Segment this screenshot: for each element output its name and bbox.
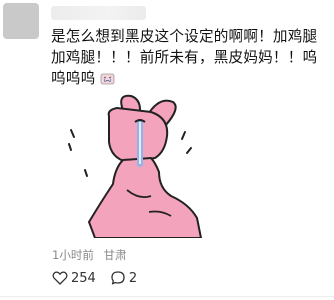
avatar[interactable] <box>3 3 39 39</box>
comment-location: 甘肃 <box>103 248 127 262</box>
username-blurred[interactable] <box>51 6 146 20</box>
comment-time: 1小时前 <box>52 248 94 262</box>
comment-text-block: 是怎么想到黑皮这个设定的啊啊！加鸡腿加鸡腿！！！前所未有，黑皮妈妈！！呜呜呜呜 <box>51 26 329 89</box>
reply-count: 2 <box>128 270 138 286</box>
divider <box>0 296 334 297</box>
reply-button[interactable]: 2 <box>110 270 137 286</box>
comment-text: 是怎么想到黑皮这个设定的啊啊！加鸡腿加鸡腿！！！前所未有，黑皮妈妈！！呜呜呜呜 <box>51 28 318 87</box>
comment-bubble-icon <box>111 271 125 285</box>
comment-meta: 1小时前 甘肃 <box>52 247 126 263</box>
heart-icon <box>52 271 68 285</box>
like-button[interactable]: 254 <box>52 270 96 286</box>
comment-actions: 254 2 <box>52 268 137 288</box>
like-count: 254 <box>71 270 96 286</box>
crying-emoji-icon <box>100 70 115 85</box>
crying-rabbit-sticker-icon[interactable] <box>51 92 211 239</box>
